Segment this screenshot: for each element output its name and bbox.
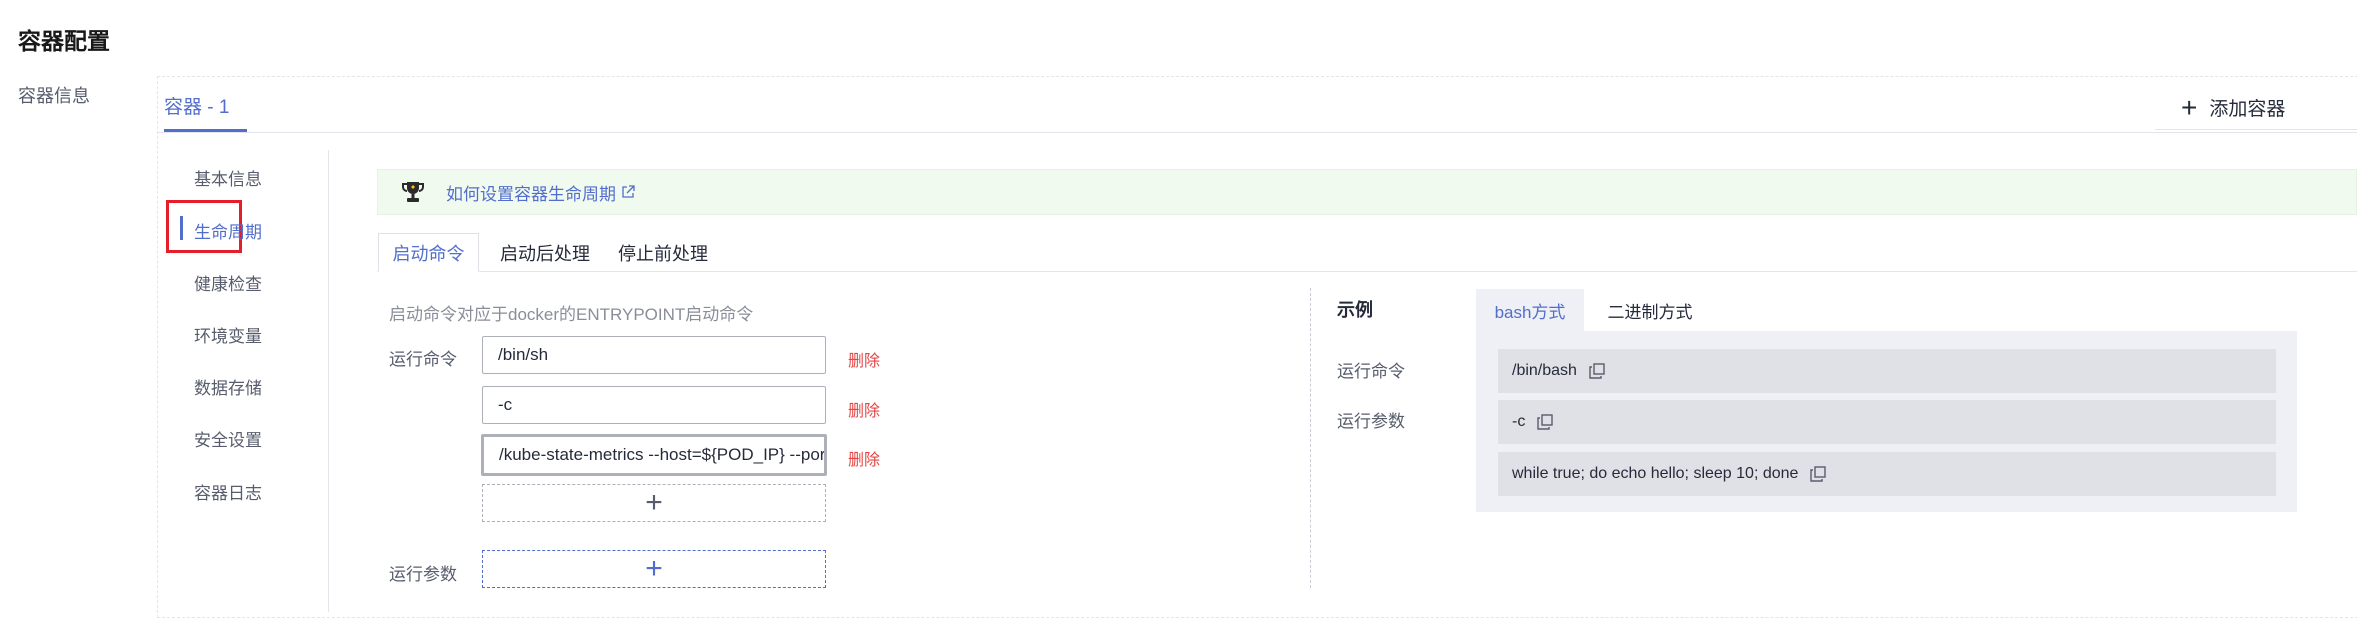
delete-command-2-link[interactable]: 删除 — [848, 397, 880, 421]
command-input-3[interactable]: /kube-state-metrics --host=${POD_IP} --p… — [481, 434, 827, 476]
startup-description: 启动命令对应于docker的ENTRYPOINT启动命令 — [389, 305, 754, 324]
delete-command-3-link[interactable]: 删除 — [848, 446, 880, 470]
example-title: 示例 — [1337, 300, 1373, 320]
tab-pre-stop[interactable]: 停止前处理 — [608, 233, 718, 272]
page-title: 容器配置 — [18, 28, 110, 54]
section-label: 容器信息 — [18, 86, 90, 106]
copy-icon[interactable] — [1810, 466, 1827, 482]
example-args-label: 运行参数 — [1337, 412, 1405, 431]
add-args-button[interactable]: + — [482, 550, 826, 588]
plus-icon: + — [645, 486, 663, 519]
add-command-button[interactable]: + — [482, 484, 826, 522]
example-command-text: /bin/bash — [1512, 362, 1577, 379]
command-input-1[interactable]: /bin/sh — [482, 336, 826, 374]
sidebar-divider — [328, 150, 329, 612]
sidebar-active-indicator — [180, 216, 183, 240]
tab-startup-command[interactable]: 启动命令 — [378, 233, 479, 272]
example-arg-text-1: -c — [1512, 413, 1526, 430]
tab-container-1[interactable]: 容器 - 1 — [164, 92, 229, 119]
example-command-label: 运行命令 — [1337, 362, 1405, 381]
sidebar-item-storage[interactable]: 数据存储 — [194, 374, 262, 399]
add-container-button[interactable]: + 添加容器 — [2155, 86, 2357, 130]
sidebar-item-health-check[interactable]: 健康检查 — [194, 270, 262, 295]
container-tabbar-divider — [157, 132, 2357, 133]
sidebar-item-basic-info[interactable]: 基本信息 — [194, 165, 262, 190]
example-divider — [1310, 288, 1311, 588]
command-input-2[interactable]: -c — [482, 386, 826, 424]
sidebar-item-lifecycle[interactable]: 生命周期 — [194, 218, 262, 243]
external-link-icon — [622, 185, 635, 198]
args-label: 运行参数 — [389, 565, 457, 584]
tab-binary-mode[interactable]: 二进制方式 — [1590, 289, 1710, 331]
example-arg-value-1: -c — [1498, 400, 2276, 444]
add-container-label: 添加容器 — [2209, 99, 2286, 120]
tab-post-start[interactable]: 启动后处理 — [490, 233, 600, 272]
sidebar-item-env-vars[interactable]: 环境变量 — [194, 322, 262, 347]
tip-banner: 如何设置容器生命周期 — [377, 169, 2357, 215]
plus-icon: + — [2181, 91, 2198, 123]
tab-active-indicator — [164, 129, 247, 132]
copy-icon[interactable] — [1589, 363, 1605, 379]
copy-icon[interactable] — [1537, 414, 1554, 430]
sidebar-item-security[interactable]: 安全设置 — [194, 426, 262, 451]
plus-icon: + — [645, 552, 663, 585]
sidebar-item-container-logs[interactable]: 容器日志 — [194, 479, 262, 504]
example-command-value: /bin/bash — [1498, 349, 2276, 393]
example-arg-value-2: while true; do echo hello; sleep 10; don… — [1498, 452, 2276, 496]
tab-bash-mode[interactable]: bash方式 — [1476, 289, 1584, 331]
delete-command-1-link[interactable]: 删除 — [848, 347, 880, 371]
example-arg-text-2: while true; do echo hello; sleep 10; don… — [1512, 465, 1799, 482]
command-label: 运行命令 — [389, 350, 457, 369]
tip-link[interactable]: 如何设置容器生命周期 — [446, 180, 616, 205]
trophy-icon — [402, 182, 424, 202]
